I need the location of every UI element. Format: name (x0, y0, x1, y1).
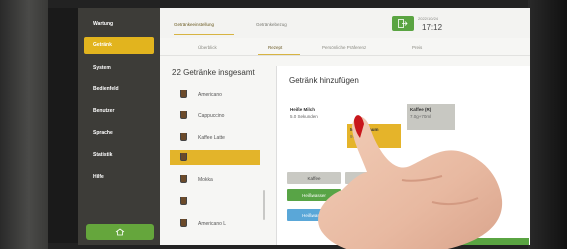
cup-icon (180, 219, 187, 227)
subtab-rezept[interactable]: Rezept (268, 45, 282, 50)
drink-count-title: 22 Getränke insgesamt (172, 68, 255, 77)
chip-heisswasser-blue[interactable]: Heißwasser (287, 209, 341, 221)
list-item-selected[interactable] (170, 150, 260, 165)
save-button[interactable] (437, 238, 529, 245)
time-display: 17:12 (422, 23, 443, 32)
add-drink-title: Getränk hinzufügen (289, 76, 359, 85)
cup-icon (180, 111, 187, 119)
subtab-bar: Überblick Rezept Persönliche Präferenz P… (160, 42, 530, 56)
exit-button[interactable] (392, 16, 414, 31)
cup-icon (180, 90, 187, 98)
active-tab-indicator (174, 34, 234, 35)
subtab-preis[interactable]: Preis (412, 45, 422, 50)
ingredient-card-hot-milk[interactable]: Heiße Milch 5.0 Sekunden (287, 104, 342, 144)
sidebar-item-wartung[interactable]: Wartung (84, 16, 154, 33)
list-item[interactable] (170, 194, 260, 209)
drink-list-panel: 22 Getränke insgesamt Americano Cappucci… (160, 60, 268, 245)
top-header: Getränkeeinstellung Getränkebezug 2022/1… (160, 8, 530, 38)
sidebar-item-statistik[interactable]: Statistik (84, 147, 154, 164)
device-bezel-top (48, 0, 528, 8)
list-item[interactable]: Kaffee Latte (170, 130, 260, 145)
chip-heisse-milch[interactable]: Heiße Milch (345, 172, 399, 184)
sidebar-item-benutzer[interactable]: Benutzer (84, 103, 154, 120)
sidebar-item-hilfe[interactable]: Hilfe (84, 169, 154, 186)
drink-list-scrollbar[interactable] (263, 190, 265, 220)
ingredient-card-coffee[interactable]: Kaffee (R) 7.0g+70ml (407, 104, 455, 130)
list-item[interactable]: Americano L (170, 216, 260, 231)
touchscreen: Wartung Getränk System Bedienfeld Benutz… (78, 8, 530, 245)
chip-kaffee[interactable]: Kaffee (287, 172, 341, 184)
list-item[interactable]: Mokka (170, 172, 260, 187)
ingredient-card-milk-foam[interactable]: Milchschaum 9.0 S (347, 124, 401, 148)
recipe-panel: Getränk hinzufügen Heiße Milch 5.0 Sekun… (276, 66, 530, 245)
date-display: 2022/10/24 (418, 16, 439, 21)
sidebar-item-sprache[interactable]: Sprache (84, 125, 154, 142)
cup-icon (180, 153, 187, 161)
list-item[interactable]: Americano (170, 87, 260, 102)
device-bezel-right (525, 0, 567, 249)
cup-icon (180, 133, 187, 141)
tab-getraenkeeinstellung[interactable]: Getränkeeinstellung (174, 22, 214, 27)
chip-heisswasser[interactable]: Heißwasser (287, 189, 341, 201)
sidebar-item-getraenk[interactable]: Getränk (84, 37, 154, 54)
sidebar-item-system[interactable]: System (84, 60, 154, 77)
chip-milchschaum[interactable]: Milchschaum (403, 172, 453, 184)
subtab-ueberblick[interactable]: Überblick (198, 45, 217, 50)
cup-icon (180, 175, 187, 183)
home-icon (115, 228, 125, 236)
main-content: Getränkeeinstellung Getränkebezug 2022/1… (160, 8, 530, 245)
sidebar-item-bedienfeld[interactable]: Bedienfeld (84, 81, 154, 98)
tab-getraenkebezug[interactable]: Getränkebezug (256, 22, 287, 27)
cup-icon (180, 197, 187, 205)
active-subtab-indicator (258, 54, 300, 55)
sidebar: Wartung Getränk System Bedienfeld Benutz… (78, 8, 160, 245)
home-button[interactable] (86, 224, 154, 240)
list-item[interactable]: Cappuccino (170, 108, 260, 123)
subtab-persoenliche-praeferenz[interactable]: Persönliche Präferenz (322, 45, 366, 50)
chip-sirup[interactable]: Sirup (347, 189, 393, 201)
device-bezel-left (0, 0, 48, 249)
exit-icon (398, 19, 408, 28)
